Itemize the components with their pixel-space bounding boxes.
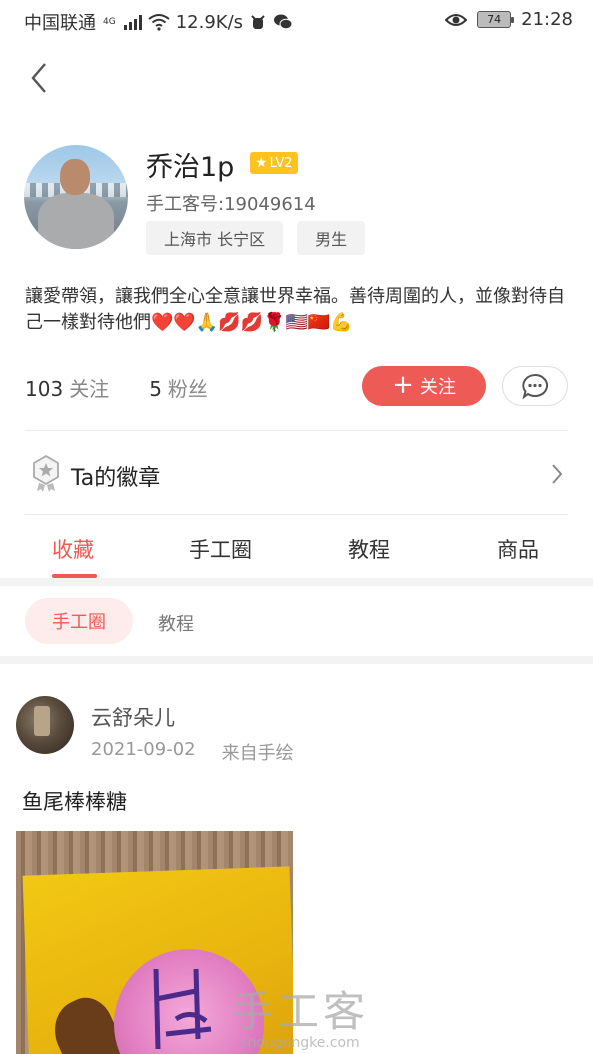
subtab-tutorials[interactable]: 教程 (158, 610, 194, 636)
tab-craft-circle[interactable]: 手工圈 (189, 534, 252, 564)
chat-bubble-icon (522, 373, 549, 399)
divider (25, 430, 568, 431)
status-bar: 中国联通 4G 12.9K/s 74 21:28 (0, 0, 593, 40)
message-button[interactable] (502, 366, 568, 406)
battery-icon: 74 (477, 11, 515, 28)
badges-row[interactable]: Ta的徽章 (25, 450, 568, 496)
subtab-bar: 手工圈 教程 (0, 596, 593, 648)
level-badge: ★ LV2 (250, 152, 298, 174)
wechat-icon (274, 14, 293, 30)
signal-icon (123, 14, 142, 30)
subtab-craft-circle[interactable]: 手工圈 (25, 598, 133, 644)
divider (25, 514, 568, 515)
carrier-label: 中国联通 (24, 13, 96, 34)
plus-icon: + (392, 370, 414, 400)
back-button[interactable] (26, 58, 56, 98)
chevron-right-icon (552, 464, 563, 484)
fans-stat[interactable]: 5 粉丝 (149, 373, 208, 402)
tab-favorites[interactable]: 收藏 (52, 534, 94, 564)
following-stat[interactable]: 103 关注 (25, 373, 109, 402)
tab-products[interactable]: 商品 (497, 534, 539, 564)
tab-bar: 收藏 手工圈 教程 商品 (0, 530, 593, 578)
user-bio: 讓愛帶領，讓我們全心全意讓世界幸福。善待周圍的人，並像對待自己一樣對待他們❤️❤… (25, 286, 565, 333)
post-title[interactable]: 鱼尾棒棒糖 (22, 786, 127, 816)
star-icon: ★ (255, 155, 268, 171)
site-watermark: 手工客 shougongke.com (230, 987, 369, 1051)
badges-label: Ta的徽章 (71, 466, 161, 491)
eye-icon (445, 13, 468, 26)
back-arrow-icon (31, 63, 46, 93)
location-tag: 上海市 长宁区 (146, 221, 284, 255)
section-separator (0, 656, 593, 664)
wifi-icon (148, 14, 170, 31)
network-type: 4G (103, 17, 116, 27)
follow-button[interactable]: + 关注 (362, 366, 486, 406)
tab-tutorials[interactable]: 教程 (348, 534, 390, 564)
user-avatar[interactable] (24, 145, 128, 249)
gender-tag: 男生 (297, 221, 366, 255)
section-separator (0, 578, 593, 586)
post-date: 2021-09-02 (91, 739, 196, 760)
medal-icon (33, 454, 59, 492)
post-author-name[interactable]: 云舒朵儿 (91, 702, 175, 732)
alarm-app-icon (251, 15, 265, 29)
net-speed: 12.9K/s (175, 11, 244, 33)
post-author-avatar[interactable] (16, 696, 74, 754)
user-name: 乔治1p (146, 152, 235, 183)
clock: 21:28 (521, 9, 573, 30)
post-source: 来自手绘 (221, 743, 294, 764)
user-id: 手工客号:19049614 (146, 194, 316, 215)
